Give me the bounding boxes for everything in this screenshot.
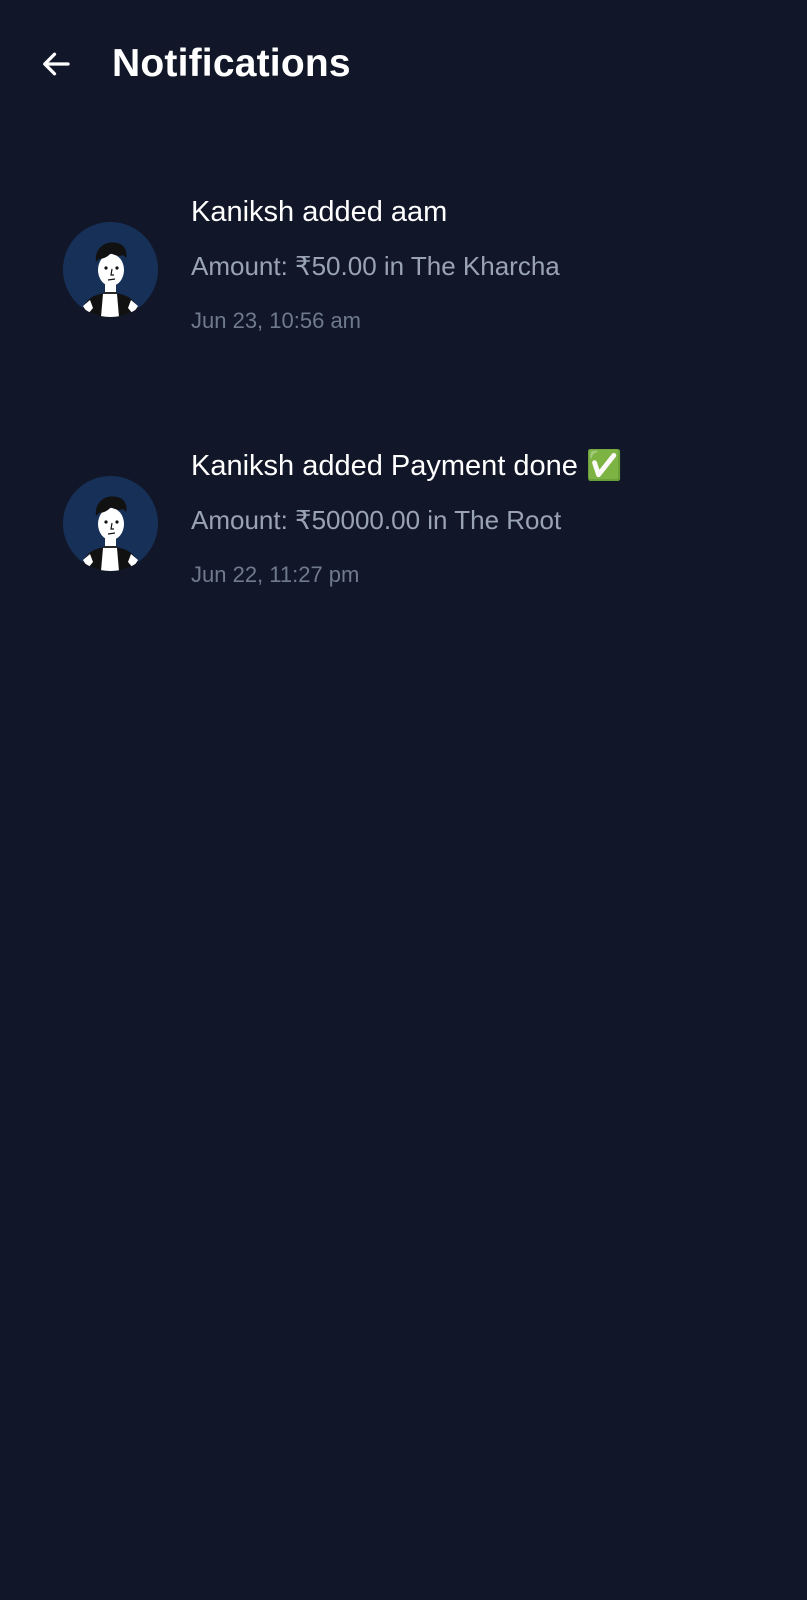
notification-item[interactable]: Kaniksh added aam Amount: ₹50.00 in The … bbox=[0, 176, 807, 430]
avatar bbox=[63, 476, 158, 571]
app-bar: Notifications bbox=[0, 0, 807, 128]
notification-title: Kaniksh added aam bbox=[191, 196, 448, 228]
user-avatar-icon bbox=[63, 222, 158, 317]
arrow-left-icon bbox=[43, 52, 70, 76]
notification-item[interactable]: Kaniksh added Payment done ✅ Amount: ₹50… bbox=[0, 430, 807, 684]
avatar bbox=[63, 222, 158, 317]
notification-detail: Amount: ₹50000.00 in The Root bbox=[191, 505, 562, 535]
back-button[interactable] bbox=[30, 38, 82, 90]
notification-list: Kaniksh added aam Amount: ₹50.00 in The … bbox=[0, 176, 807, 684]
notification-timestamp: Jun 23, 10:56 am bbox=[191, 308, 362, 333]
user-avatar-icon bbox=[63, 476, 158, 571]
notification-detail: Amount: ₹50.00 in The Kharcha bbox=[191, 251, 560, 281]
notification-title: Kaniksh added Payment done ✅ bbox=[191, 450, 623, 482]
page-title: Notifications bbox=[112, 42, 351, 85]
notification-timestamp: Jun 22, 11:27 pm bbox=[191, 562, 360, 587]
